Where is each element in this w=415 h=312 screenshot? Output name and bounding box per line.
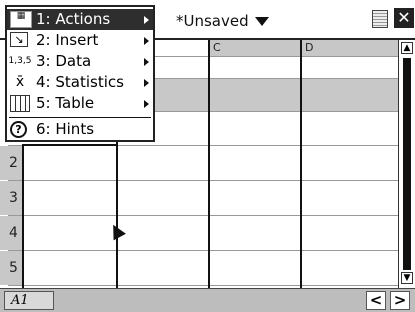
menu-item-statistics[interactable]: x̄ 4: Statistics: [7, 72, 153, 93]
row-header-2[interactable]: 2: [0, 146, 22, 180]
menu-item-label: 3: Data: [36, 52, 92, 70]
insert-icon: ↘: [10, 32, 28, 47]
menu-separator: [9, 117, 151, 118]
prev-button[interactable]: <: [366, 291, 386, 310]
close-button[interactable]: ✕: [394, 8, 414, 28]
menu-item-label: 6: Hints: [36, 120, 95, 138]
scroll-thumb[interactable]: [403, 58, 411, 270]
column-header-c[interactable]: C: [210, 40, 302, 56]
next-button[interactable]: >: [390, 291, 410, 310]
menu-item-label: 5: Table: [36, 94, 95, 112]
submenu-arrow-icon: [144, 16, 149, 24]
statistics-icon: x̄: [15, 74, 25, 90]
row-header-4[interactable]: 4: [0, 216, 22, 250]
menu-item-table[interactable]: 5: Table: [7, 93, 153, 114]
grid-line: [8, 180, 398, 181]
grid-line: [8, 250, 398, 251]
cell-reference[interactable]: A1: [4, 291, 54, 310]
document-title: *Unsaved: [176, 12, 249, 30]
grid-line: [8, 285, 398, 286]
menu-item-actions[interactable]: ▦ 1: Actions: [7, 9, 153, 30]
column-divider: [22, 144, 24, 288]
column-divider: [208, 40, 210, 288]
row-header-3[interactable]: 3: [0, 181, 22, 215]
menu-item-label: 1: Actions: [36, 10, 111, 28]
column-header-d[interactable]: D: [302, 40, 398, 56]
dropdown-arrow-icon: [254, 17, 269, 26]
table-icon: [10, 95, 30, 112]
column-divider: [300, 40, 302, 288]
row-header-5[interactable]: 5: [0, 251, 22, 285]
vertical-scrollbar[interactable]: ▲ ▼: [398, 40, 415, 288]
scroll-up-icon[interactable]: ▲: [401, 42, 413, 54]
scroll-down-icon[interactable]: ▼: [401, 272, 413, 284]
grid-line: [8, 215, 398, 216]
menu-item-insert[interactable]: ↘ 2: Insert: [7, 30, 153, 51]
submenu-arrow-icon: [144, 58, 149, 66]
context-menu: ▦ 1: Actions ↘ 2: Insert 1,3,5 3: Data x…: [5, 5, 155, 142]
selected-cell-border: [22, 144, 118, 146]
submenu-arrow-icon: [144, 100, 149, 108]
document-settings-icon[interactable]: [372, 10, 388, 28]
menu-item-hints[interactable]: ? 6: Hints: [7, 119, 153, 140]
menu-item-data[interactable]: 1,3,5 3: Data: [7, 51, 153, 72]
actions-icon: ▦: [10, 11, 32, 28]
menu-item-label: 4: Statistics: [36, 73, 124, 91]
document-title-dropdown[interactable]: *Unsaved: [176, 12, 269, 30]
menu-item-label: 2: Insert: [36, 31, 99, 49]
data-icon: 1,3,5: [8, 56, 32, 66]
bottom-bar: A1 < >: [0, 288, 415, 312]
hints-icon: ?: [10, 121, 27, 138]
submenu-arrow-icon: [144, 79, 149, 87]
submenu-arrow-icon: [144, 37, 149, 45]
